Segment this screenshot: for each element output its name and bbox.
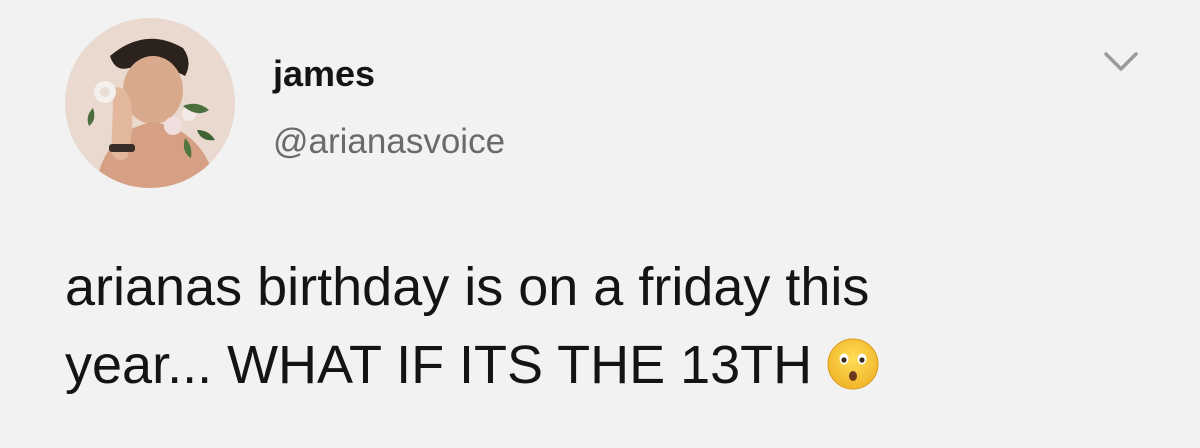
chevron-down-icon[interactable]	[1100, 48, 1142, 76]
tweet-text-fragment: year... WHAT IF ITS THE 13TH	[65, 335, 813, 395]
tweet-text-line: year... WHAT IF ITS THE 13TH	[65, 326, 1175, 404]
tweet-text-line: arianas birthday is on a friday this	[65, 257, 870, 317]
avatar-image	[65, 18, 235, 188]
tweet-text: arianas birthday is on a friday this yea…	[65, 248, 1175, 404]
display-name[interactable]: james	[273, 52, 375, 96]
user-handle[interactable]: @arianasvoice	[273, 120, 505, 164]
avatar[interactable]	[65, 18, 235, 188]
tweet-card: james @arianasvoice arianas birthday is …	[0, 0, 1200, 448]
hushed-face-emoji-icon	[826, 337, 880, 391]
